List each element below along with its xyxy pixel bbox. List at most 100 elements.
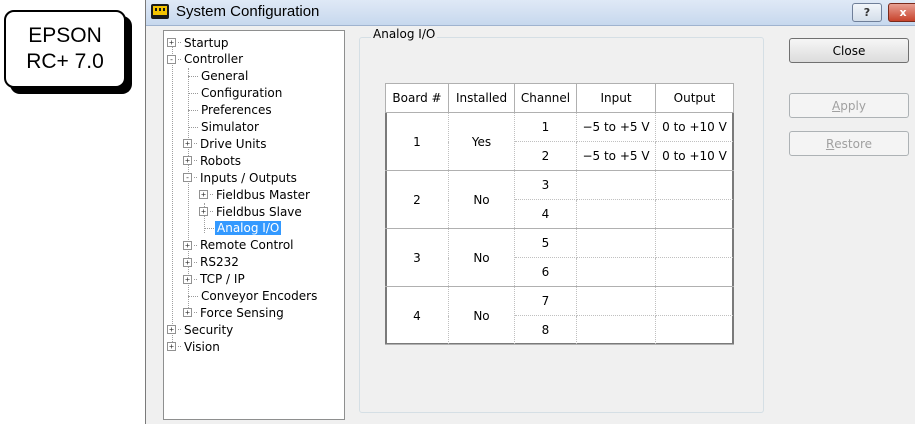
output-cell[interactable] [655, 286, 734, 316]
tree-item-label: General [201, 69, 249, 84]
output-cell[interactable] [655, 228, 734, 258]
tree-branch-line [195, 92, 198, 94]
tree-item[interactable]: + RS232 [183, 254, 241, 271]
tree-item[interactable]: + Force Sensing [183, 304, 286, 321]
tree-item-label: Inputs / Outputs [200, 170, 297, 185]
installed-cell: No [448, 286, 515, 345]
badge-line-2: RC+ 7.0 [26, 50, 104, 73]
tree-item[interactable]: Preferences [183, 102, 274, 119]
tree-branch-line [194, 312, 197, 314]
tree-item[interactable]: + Security [167, 321, 235, 338]
output-cell[interactable]: 0 to +10 V [655, 112, 734, 142]
expand-icon[interactable]: + [183, 156, 192, 166]
tree-item[interactable]: + Fieldbus Master [199, 186, 312, 203]
tree-item-label: Conveyor Encoders [201, 289, 318, 303]
tree-item-label: Security [184, 322, 234, 337]
output-cell[interactable] [655, 199, 734, 229]
expand-icon[interactable]: + [167, 38, 176, 47]
collapse-icon[interactable]: - [183, 173, 192, 183]
close-button[interactable]: Close [789, 38, 909, 63]
analog-io-table: Board # Installed Channel Input Output 1 Yes 1… [385, 83, 734, 345]
tree-branch-line [194, 143, 197, 145]
tree-item-label: Controller [184, 52, 244, 67]
expand-icon[interactable]: + [167, 342, 176, 352]
board-number-cell: 4 [385, 286, 449, 345]
tree-item[interactable]: + Vision [167, 338, 222, 355]
output-cell[interactable] [655, 170, 734, 200]
tree-item[interactable]: + Drive Units [183, 135, 269, 152]
app-icon [151, 4, 169, 19]
tree-item[interactable]: - Controller [167, 51, 245, 68]
input-cell[interactable] [576, 228, 656, 258]
tree-item[interactable]: + Remote Control [183, 237, 296, 254]
expand-icon[interactable]: + [183, 240, 192, 250]
input-cell[interactable] [576, 199, 656, 229]
input-cell[interactable] [576, 286, 656, 316]
channel-cell: 3 [514, 170, 577, 200]
output-cell[interactable] [655, 315, 734, 345]
tree-branch-line [210, 211, 213, 212]
tree-item[interactable]: Analog I/O [199, 220, 282, 237]
tree-branch-line [188, 109, 194, 111]
installed-cell: No [448, 170, 515, 229]
tree-branch-line [178, 58, 181, 60]
input-cell[interactable] [576, 170, 656, 200]
tree-item-label: Fieldbus Master [216, 187, 310, 202]
tree-branch-line [195, 75, 198, 77]
tree-branch-line [188, 92, 194, 94]
epson-badge: EPSON RC+ 7.0 [4, 10, 126, 88]
tree-item[interactable]: General [183, 68, 250, 85]
collapse-icon[interactable]: - [167, 54, 176, 64]
tree-branch-line [178, 329, 181, 331]
tree-item[interactable]: Conveyor Encoders [183, 288, 319, 305]
tree-item-label: RS232 [200, 255, 239, 270]
title-bar[interactable]: System Configuration ? x [146, 0, 915, 26]
restore-label: estore [834, 136, 873, 151]
tree-item[interactable]: Configuration [183, 85, 284, 102]
expand-icon[interactable]: + [183, 257, 192, 267]
tree-item[interactable]: + Fieldbus Slave [199, 203, 304, 220]
tree-branch-line [195, 109, 198, 111]
input-cell[interactable]: −5 to +5 V [576, 112, 656, 142]
channel-cell: 1 [514, 112, 577, 142]
tree-item[interactable]: + Robots [183, 152, 243, 169]
expand-icon[interactable]: + [167, 325, 176, 335]
input-cell[interactable]: −5 to +5 V [576, 141, 656, 171]
tree-branch-line [210, 194, 213, 196]
expand-icon[interactable]: + [183, 139, 192, 149]
output-cell[interactable]: 0 to +10 V [655, 141, 734, 171]
tree-item[interactable]: Simulator [183, 119, 261, 136]
column-header: Input [576, 83, 656, 113]
tree-branch-line [194, 244, 197, 246]
channel-cell: 8 [514, 315, 577, 345]
config-tree[interactable]: + Startup - Controller General Configuration P… [163, 30, 345, 420]
expand-icon[interactable]: + [199, 190, 208, 200]
tree-branch-line [178, 346, 181, 348]
tree-item-label: Fieldbus Slave [216, 204, 302, 219]
window-close-button[interactable]: x [888, 3, 915, 22]
tree-branch-line [195, 295, 198, 297]
tree-connector-line [172, 41, 173, 346]
board-number-cell: 2 [385, 170, 449, 229]
installed-cell: No [448, 228, 515, 287]
help-button[interactable]: ? [852, 3, 882, 22]
input-cell[interactable] [576, 315, 656, 345]
restore-mnemonic: R [825, 136, 835, 151]
expand-icon[interactable]: + [199, 207, 208, 216]
expand-icon[interactable]: + [183, 274, 192, 284]
expand-icon[interactable]: + [183, 308, 192, 318]
restore-button[interactable]: Restore [789, 131, 909, 156]
close-icon: x [899, 6, 907, 19]
apply-mnemonic: A [832, 98, 841, 113]
tree-branch-line [194, 160, 197, 162]
tree-item[interactable]: + TCP / IP [183, 271, 247, 288]
channel-cell: 7 [514, 286, 577, 316]
system-configuration-window: System Configuration ? x + Startup - Contro… [145, 0, 915, 424]
tree-item[interactable]: - Inputs / Outputs [183, 169, 299, 186]
output-cell[interactable] [655, 257, 734, 287]
tree-item[interactable]: + Startup [167, 34, 231, 51]
channel-cell: 4 [514, 199, 577, 229]
input-cell[interactable] [576, 257, 656, 287]
apply-button[interactable]: Apply [789, 93, 909, 118]
tree-item-label: Robots [200, 153, 242, 168]
